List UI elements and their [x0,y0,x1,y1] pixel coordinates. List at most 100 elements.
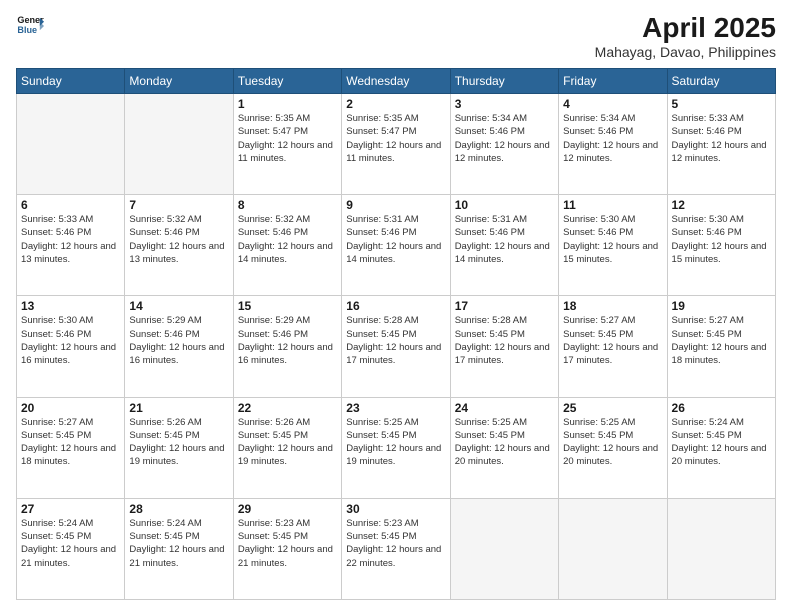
calendar-cell: 5Sunrise: 5:33 AM Sunset: 5:46 PM Daylig… [667,94,775,195]
weekday-friday: Friday [559,69,667,94]
day-number: 22 [238,401,337,415]
day-info: Sunrise: 5:24 AM Sunset: 5:45 PM Dayligh… [129,517,228,570]
logo-icon: General Blue [16,12,44,40]
day-number: 12 [672,198,771,212]
day-info: Sunrise: 5:23 AM Sunset: 5:45 PM Dayligh… [346,517,445,570]
calendar-week-3: 13Sunrise: 5:30 AM Sunset: 5:46 PM Dayli… [17,296,776,397]
day-number: 3 [455,97,554,111]
weekday-wednesday: Wednesday [342,69,450,94]
day-number: 14 [129,299,228,313]
calendar-cell [667,498,775,599]
calendar-cell: 16Sunrise: 5:28 AM Sunset: 5:45 PM Dayli… [342,296,450,397]
day-info: Sunrise: 5:25 AM Sunset: 5:45 PM Dayligh… [455,416,554,469]
calendar-cell: 24Sunrise: 5:25 AM Sunset: 5:45 PM Dayli… [450,397,558,498]
weekday-sunday: Sunday [17,69,125,94]
day-info: Sunrise: 5:31 AM Sunset: 5:46 PM Dayligh… [455,213,554,266]
day-number: 28 [129,502,228,516]
day-info: Sunrise: 5:25 AM Sunset: 5:45 PM Dayligh… [346,416,445,469]
day-number: 1 [238,97,337,111]
day-info: Sunrise: 5:25 AM Sunset: 5:45 PM Dayligh… [563,416,662,469]
day-info: Sunrise: 5:28 AM Sunset: 5:45 PM Dayligh… [346,314,445,367]
day-info: Sunrise: 5:35 AM Sunset: 5:47 PM Dayligh… [346,112,445,165]
calendar-subtitle: Mahayag, Davao, Philippines [595,44,776,60]
calendar-cell: 30Sunrise: 5:23 AM Sunset: 5:45 PM Dayli… [342,498,450,599]
calendar-cell: 4Sunrise: 5:34 AM Sunset: 5:46 PM Daylig… [559,94,667,195]
day-info: Sunrise: 5:32 AM Sunset: 5:46 PM Dayligh… [238,213,337,266]
calendar-cell: 26Sunrise: 5:24 AM Sunset: 5:45 PM Dayli… [667,397,775,498]
day-info: Sunrise: 5:33 AM Sunset: 5:46 PM Dayligh… [21,213,120,266]
calendar-cell: 2Sunrise: 5:35 AM Sunset: 5:47 PM Daylig… [342,94,450,195]
calendar-cell: 6Sunrise: 5:33 AM Sunset: 5:46 PM Daylig… [17,195,125,296]
day-info: Sunrise: 5:30 AM Sunset: 5:46 PM Dayligh… [672,213,771,266]
weekday-header-row: SundayMondayTuesdayWednesdayThursdayFrid… [17,69,776,94]
calendar-cell: 19Sunrise: 5:27 AM Sunset: 5:45 PM Dayli… [667,296,775,397]
page: General Blue April 2025 Mahayag, Davao, … [0,0,792,612]
calendar-week-4: 20Sunrise: 5:27 AM Sunset: 5:45 PM Dayli… [17,397,776,498]
calendar-cell: 25Sunrise: 5:25 AM Sunset: 5:45 PM Dayli… [559,397,667,498]
calendar-cell: 17Sunrise: 5:28 AM Sunset: 5:45 PM Dayli… [450,296,558,397]
svg-text:Blue: Blue [17,25,37,35]
weekday-saturday: Saturday [667,69,775,94]
header: General Blue April 2025 Mahayag, Davao, … [16,12,776,60]
calendar-cell [559,498,667,599]
calendar-cell [125,94,233,195]
day-number: 6 [21,198,120,212]
day-number: 8 [238,198,337,212]
day-info: Sunrise: 5:34 AM Sunset: 5:46 PM Dayligh… [455,112,554,165]
day-number: 21 [129,401,228,415]
calendar-cell [450,498,558,599]
day-info: Sunrise: 5:29 AM Sunset: 5:46 PM Dayligh… [238,314,337,367]
day-number: 19 [672,299,771,313]
day-number: 7 [129,198,228,212]
day-info: Sunrise: 5:27 AM Sunset: 5:45 PM Dayligh… [672,314,771,367]
day-number: 4 [563,97,662,111]
calendar-body: 1Sunrise: 5:35 AM Sunset: 5:47 PM Daylig… [17,94,776,600]
day-info: Sunrise: 5:26 AM Sunset: 5:45 PM Dayligh… [238,416,337,469]
calendar-cell: 20Sunrise: 5:27 AM Sunset: 5:45 PM Dayli… [17,397,125,498]
day-info: Sunrise: 5:30 AM Sunset: 5:46 PM Dayligh… [21,314,120,367]
day-info: Sunrise: 5:26 AM Sunset: 5:45 PM Dayligh… [129,416,228,469]
calendar-week-2: 6Sunrise: 5:33 AM Sunset: 5:46 PM Daylig… [17,195,776,296]
day-number: 30 [346,502,445,516]
day-info: Sunrise: 5:24 AM Sunset: 5:45 PM Dayligh… [21,517,120,570]
calendar-cell: 11Sunrise: 5:30 AM Sunset: 5:46 PM Dayli… [559,195,667,296]
day-number: 20 [21,401,120,415]
calendar-title: April 2025 [595,12,776,44]
day-number: 11 [563,198,662,212]
day-info: Sunrise: 5:35 AM Sunset: 5:47 PM Dayligh… [238,112,337,165]
day-number: 16 [346,299,445,313]
title-block: April 2025 Mahayag, Davao, Philippines [595,12,776,60]
day-info: Sunrise: 5:27 AM Sunset: 5:45 PM Dayligh… [21,416,120,469]
day-info: Sunrise: 5:33 AM Sunset: 5:46 PM Dayligh… [672,112,771,165]
calendar-cell: 29Sunrise: 5:23 AM Sunset: 5:45 PM Dayli… [233,498,341,599]
calendar-cell: 22Sunrise: 5:26 AM Sunset: 5:45 PM Dayli… [233,397,341,498]
day-info: Sunrise: 5:28 AM Sunset: 5:45 PM Dayligh… [455,314,554,367]
calendar-cell: 23Sunrise: 5:25 AM Sunset: 5:45 PM Dayli… [342,397,450,498]
calendar-cell: 1Sunrise: 5:35 AM Sunset: 5:47 PM Daylig… [233,94,341,195]
calendar-cell: 15Sunrise: 5:29 AM Sunset: 5:46 PM Dayli… [233,296,341,397]
weekday-monday: Monday [125,69,233,94]
calendar-cell: 12Sunrise: 5:30 AM Sunset: 5:46 PM Dayli… [667,195,775,296]
day-number: 10 [455,198,554,212]
day-number: 15 [238,299,337,313]
calendar-cell: 9Sunrise: 5:31 AM Sunset: 5:46 PM Daylig… [342,195,450,296]
calendar-cell: 28Sunrise: 5:24 AM Sunset: 5:45 PM Dayli… [125,498,233,599]
calendar-cell: 18Sunrise: 5:27 AM Sunset: 5:45 PM Dayli… [559,296,667,397]
day-number: 26 [672,401,771,415]
day-info: Sunrise: 5:32 AM Sunset: 5:46 PM Dayligh… [129,213,228,266]
day-number: 25 [563,401,662,415]
calendar-cell: 21Sunrise: 5:26 AM Sunset: 5:45 PM Dayli… [125,397,233,498]
day-number: 5 [672,97,771,111]
calendar-cell: 14Sunrise: 5:29 AM Sunset: 5:46 PM Dayli… [125,296,233,397]
calendar-cell [17,94,125,195]
calendar-cell: 8Sunrise: 5:32 AM Sunset: 5:46 PM Daylig… [233,195,341,296]
calendar-week-1: 1Sunrise: 5:35 AM Sunset: 5:47 PM Daylig… [17,94,776,195]
calendar-cell: 13Sunrise: 5:30 AM Sunset: 5:46 PM Dayli… [17,296,125,397]
calendar-week-5: 27Sunrise: 5:24 AM Sunset: 5:45 PM Dayli… [17,498,776,599]
day-info: Sunrise: 5:34 AM Sunset: 5:46 PM Dayligh… [563,112,662,165]
calendar-cell: 27Sunrise: 5:24 AM Sunset: 5:45 PM Dayli… [17,498,125,599]
calendar-header: SundayMondayTuesdayWednesdayThursdayFrid… [17,69,776,94]
day-info: Sunrise: 5:29 AM Sunset: 5:46 PM Dayligh… [129,314,228,367]
weekday-thursday: Thursday [450,69,558,94]
day-number: 29 [238,502,337,516]
